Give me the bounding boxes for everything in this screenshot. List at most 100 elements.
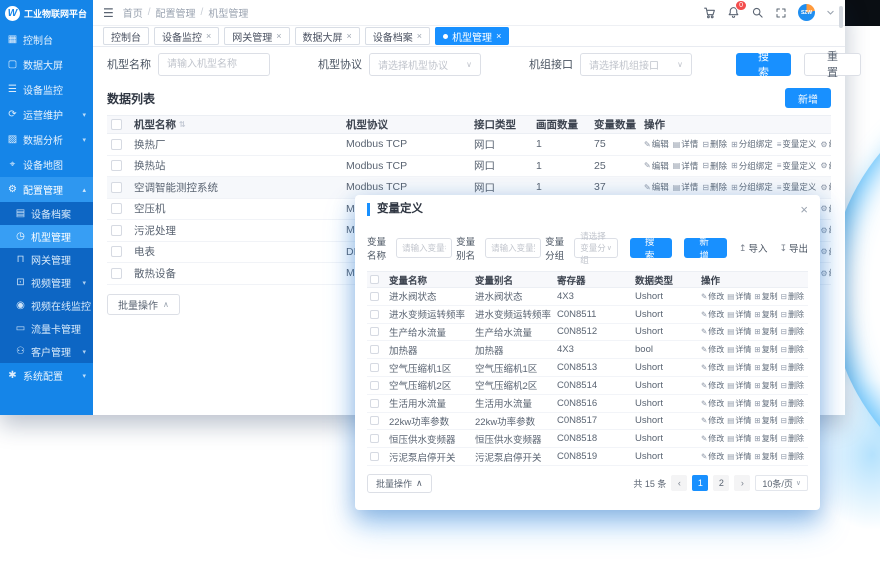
search-button[interactable]: 搜索 xyxy=(736,53,791,76)
row-op-link[interactable]: ▤ 详情 xyxy=(727,326,751,337)
sidebar-item[interactable]: ▢ 数据大屏 xyxy=(0,52,93,77)
row-op-link[interactable]: ⊟ 删除 xyxy=(781,362,804,373)
row-checkbox[interactable] xyxy=(111,203,122,214)
row-checkbox[interactable] xyxy=(111,225,122,236)
scrollbar-thumb[interactable] xyxy=(839,6,843,28)
variable-row[interactable]: 加热器 加热器 4X3 bool ✎ 修改 xyxy=(367,341,808,359)
page-number-button[interactable]: 1 xyxy=(692,475,708,491)
tab-close-icon[interactable]: × xyxy=(347,31,352,41)
reset-button[interactable]: 重置 xyxy=(804,53,861,76)
chevron-down-icon[interactable] xyxy=(826,8,835,17)
page-size-select[interactable]: 10条/页 ∨ xyxy=(755,475,808,491)
variable-row[interactable]: 进水阀状态 进水阀状态 4X3 Ushort ✎ 修改 xyxy=(367,288,808,306)
row-op-link[interactable]: ⊞ 复制 xyxy=(754,362,777,373)
row-op-link[interactable]: ▤ 详情 xyxy=(727,362,751,373)
modal-search-button[interactable]: 搜索 xyxy=(630,238,673,258)
export-link[interactable]: ↧ 导出 xyxy=(779,241,808,255)
var-group-select[interactable]: 请选择变量分组 ∨ xyxy=(574,238,618,258)
row-op-link[interactable]: ⚙ 组态定义 xyxy=(820,267,831,279)
row-op-link[interactable]: ▤ 详情 xyxy=(727,451,751,462)
view-tab[interactable]: 设备监控 × xyxy=(154,27,219,45)
tab-close-icon[interactable]: × xyxy=(496,31,501,41)
row-checkbox[interactable] xyxy=(111,139,122,150)
row-op-link[interactable]: ⊞ 复制 xyxy=(754,398,777,409)
prev-page-button[interactable]: ‹ xyxy=(671,475,687,491)
row-op-link[interactable]: ⚙ 组态定义 xyxy=(820,246,831,258)
row-checkbox[interactable] xyxy=(111,268,122,279)
collapse-menu-icon[interactable]: ☰ xyxy=(103,7,114,19)
select-all-checkbox[interactable] xyxy=(370,275,379,284)
row-op-link[interactable]: ⊟ 删除 xyxy=(781,398,804,409)
row-checkbox[interactable] xyxy=(111,160,122,171)
row-op-link[interactable]: ⊞ 复制 xyxy=(754,415,777,426)
variable-row[interactable]: 恒压供水变频器 恒压供水变频器 C0N8518 Ushort ✎ 修改 xyxy=(367,430,808,448)
col-name[interactable]: 机型名称 ⇅ xyxy=(134,117,346,132)
row-op-link[interactable]: ✎ 编辑 xyxy=(644,160,669,172)
variable-row[interactable]: 生产给水流量 生产给水流量 C0N8512 Ushort ✎ 修改 xyxy=(367,324,808,342)
sidebar-subitem[interactable]: ▤ 设备档案 xyxy=(0,202,93,225)
row-op-link[interactable]: ▤ 详情 xyxy=(727,433,751,444)
modal-batch-operation-button[interactable]: 批量操作 ∧ xyxy=(367,474,432,493)
row-checkbox[interactable] xyxy=(370,310,379,319)
row-op-link[interactable]: ⚙ 组态定义 xyxy=(820,138,831,150)
cart-icon[interactable] xyxy=(703,6,716,19)
port-select[interactable]: 请选择机组接口 ∨ xyxy=(580,53,692,76)
tab-close-icon[interactable]: × xyxy=(276,31,281,41)
fullscreen-icon[interactable] xyxy=(775,7,787,19)
close-icon[interactable]: × xyxy=(800,203,808,216)
row-op-link[interactable]: ⊟ 删除 xyxy=(702,181,727,193)
row-op-link[interactable]: ⊞ 分组绑定 xyxy=(731,160,773,172)
sidebar-item[interactable]: ⌖ 设备地图 xyxy=(0,152,93,177)
row-op-link[interactable]: ▤ 详情 xyxy=(727,398,751,409)
protocol-select[interactable]: 请选择机型协议 ∨ xyxy=(369,53,481,76)
row-checkbox[interactable] xyxy=(370,452,379,461)
variable-row[interactable]: 空气压缩机2区 空气压缩机2区 C0N8514 Ushort ✎ 修改 xyxy=(367,377,808,395)
page-number-button[interactable]: 2 xyxy=(713,475,729,491)
row-op-link[interactable]: ✎ 修改 xyxy=(701,433,724,444)
sidebar-subitem[interactable]: ⚇ 客户管理 ▾ xyxy=(0,340,93,363)
row-checkbox[interactable] xyxy=(370,292,379,301)
sidebar-item[interactable]: ✱ 系统配置 ▾ xyxy=(0,363,93,388)
row-op-link[interactable]: ✎ 修改 xyxy=(701,326,724,337)
row-checkbox[interactable] xyxy=(370,434,379,443)
row-op-link[interactable]: ▤ 详情 xyxy=(727,291,751,302)
row-op-link[interactable]: ✎ 修改 xyxy=(701,291,724,302)
row-op-link[interactable]: ⚙ 组态定义 xyxy=(820,181,831,193)
row-op-link[interactable]: ⚙ 组态定义 xyxy=(820,160,831,172)
row-op-link[interactable]: ⚙ 组态定义 xyxy=(820,224,831,236)
row-op-link[interactable]: ⊞ 复制 xyxy=(754,451,777,462)
batch-operation-button[interactable]: 批量操作 ∧ xyxy=(107,294,180,315)
row-op-link[interactable]: ≡ 变量定义 xyxy=(777,160,817,172)
row-op-link[interactable]: ⚙ 组态定义 xyxy=(820,203,831,215)
row-op-link[interactable]: ▤ 详情 xyxy=(673,160,699,172)
select-all-checkbox[interactable] xyxy=(111,119,122,130)
variable-row[interactable]: 污泥泵启停开关 污泥泵启停开关 C0N8519 Ushort ✎ 修改 xyxy=(367,448,808,466)
variable-row[interactable]: 空气压缩机1区 空气压缩机1区 C0N8513 Ushort ✎ 修改 xyxy=(367,359,808,377)
variable-row[interactable]: 生活用水流量 生活用水流量 C0N8516 Ushort ✎ 修改 xyxy=(367,395,808,413)
row-op-link[interactable]: ✎ 修改 xyxy=(701,380,724,391)
var-alias-input[interactable] xyxy=(485,238,541,258)
variable-row[interactable]: 22kw功率参数 22kw功率参数 C0N8517 Ushort ✎ 修改 xyxy=(367,413,808,431)
sidebar-item[interactable]: ☰ 设备监控 xyxy=(0,77,93,102)
row-checkbox[interactable] xyxy=(370,363,379,372)
row-checkbox[interactable] xyxy=(370,327,379,336)
row-op-link[interactable]: ▤ 详情 xyxy=(727,309,751,320)
avatar[interactable]: SZW xyxy=(798,4,815,21)
row-op-link[interactable]: ⊞ 复制 xyxy=(754,291,777,302)
row-op-link[interactable]: ⊟ 删除 xyxy=(781,415,804,426)
next-page-button[interactable]: › xyxy=(734,475,750,491)
sidebar-item[interactable]: ⟳ 运营维护 ▾ xyxy=(0,102,93,127)
sort-icon[interactable]: ⇅ xyxy=(179,120,186,129)
row-op-link[interactable]: ✎ 修改 xyxy=(701,309,724,320)
table-row[interactable]: 换热站 Modbus TCP 网口 1 25 ✎ 编辑 xyxy=(107,156,831,178)
row-op-link[interactable]: ⊞ 分组绑定 xyxy=(731,181,773,193)
sidebar-item[interactable]: ▨ 数据分析 ▾ xyxy=(0,127,93,152)
modal-add-button[interactable]: 新增 xyxy=(684,238,727,258)
row-op-link[interactable]: ⊟ 删除 xyxy=(781,451,804,462)
row-op-link[interactable]: ▤ 详情 xyxy=(673,138,699,150)
row-op-link[interactable]: ▤ 详情 xyxy=(727,380,751,391)
row-op-link[interactable]: ⊞ 复制 xyxy=(754,344,777,355)
row-checkbox[interactable] xyxy=(111,246,122,257)
view-tab[interactable]: 设备档案 × xyxy=(365,27,430,45)
table-row[interactable]: 换热厂 Modbus TCP 网口 1 75 ✎ 编辑 xyxy=(107,134,831,156)
